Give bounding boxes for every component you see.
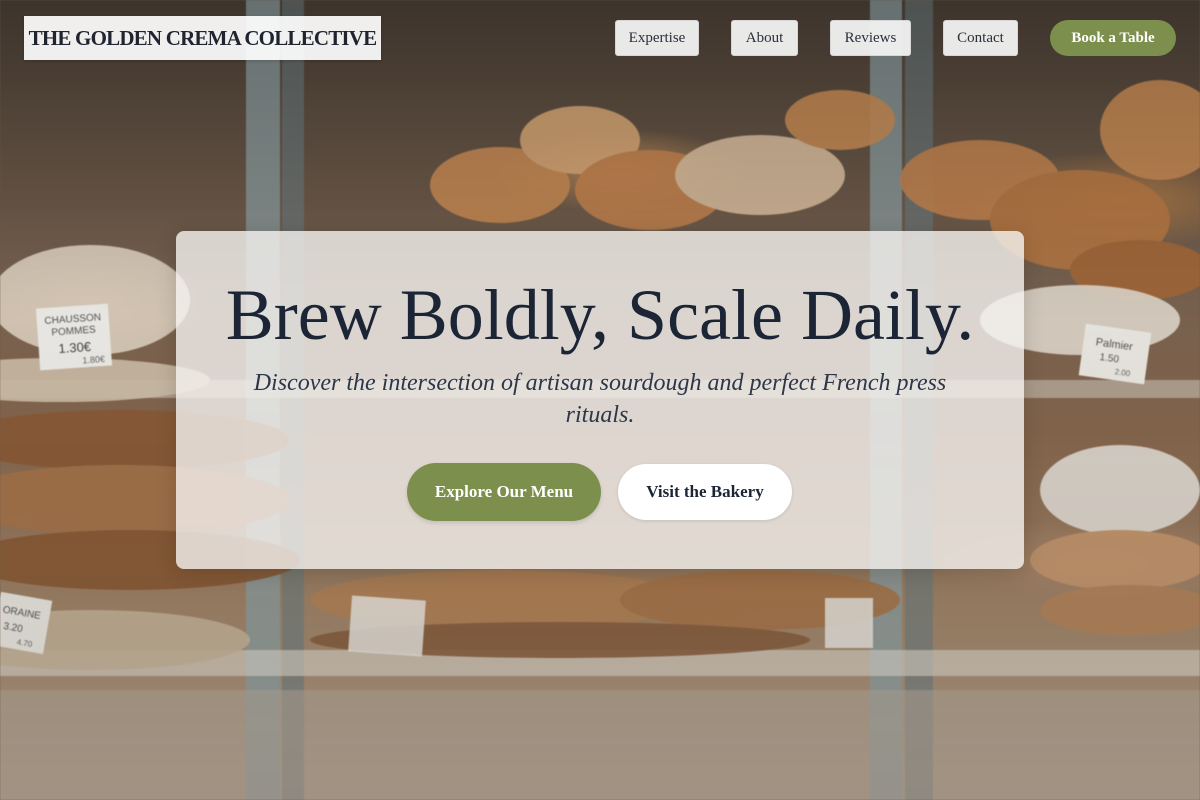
hero-title: Brew Boldly, Scale Daily. [225, 275, 975, 355]
visit-bakery-button[interactable]: Visit the Bakery [618, 464, 792, 520]
nav-about[interactable]: About [731, 20, 798, 56]
hero-subtitle: Discover the intersection of artisan sou… [253, 370, 947, 428]
brand-logo[interactable]: THE GOLDEN CREMA COLLECTIVE [24, 16, 381, 60]
page: CHAUSSON POMMES 1.30€ 1.80€ Palmier 1.50… [0, 0, 1200, 800]
nav-expertise[interactable]: Expertise [615, 20, 699, 56]
hero-card: Brew Boldly, Scale Daily. Discover the i… [176, 231, 1024, 569]
nav-contact[interactable]: Contact [943, 20, 1018, 56]
explore-menu-button[interactable]: Explore Our Menu [407, 463, 601, 521]
nav-reviews[interactable]: Reviews [830, 20, 911, 56]
book-table-button[interactable]: Book a Table [1050, 20, 1176, 56]
